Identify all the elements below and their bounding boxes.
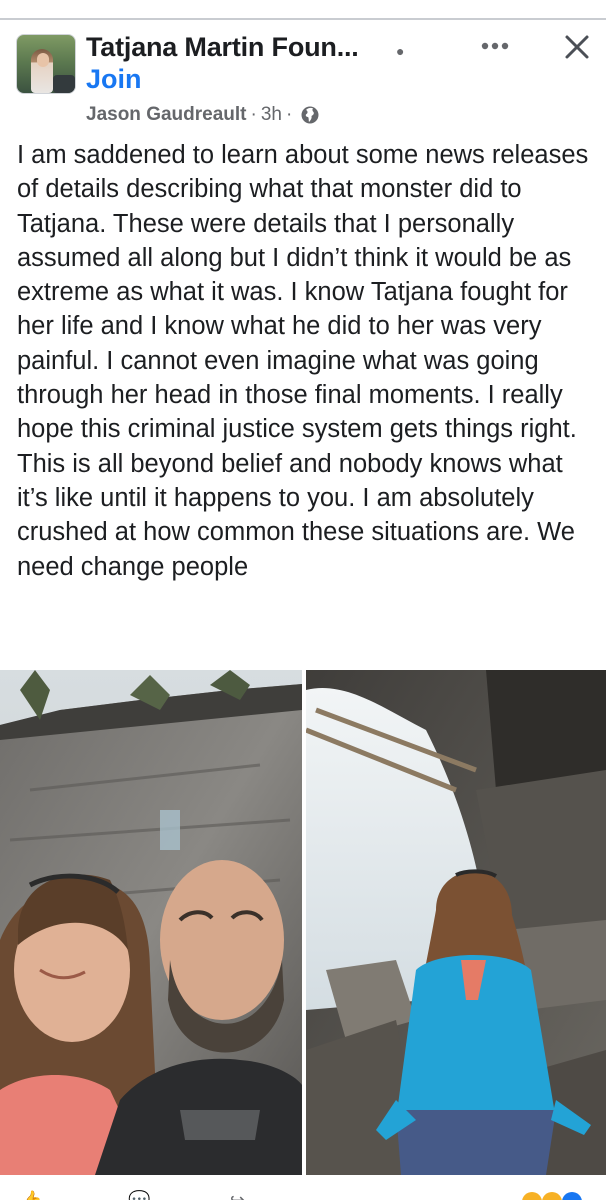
separator-dot-icon: ● [396, 43, 405, 59]
more-options-button[interactable] [474, 34, 516, 58]
selfie-photo-image [0, 670, 302, 1175]
close-icon [565, 35, 589, 59]
like-count-partial-icon[interactable]: 👍 [20, 1190, 42, 1200]
photo-selfie[interactable] [0, 670, 302, 1175]
close-button[interactable] [560, 30, 594, 64]
avatar-person-face [37, 53, 49, 67]
photo-grid [0, 670, 606, 1175]
post-header: Tatjana Martin Foun... ● Join Jason Gaud… [0, 20, 606, 132]
meta-separator: · [285, 104, 293, 125]
author-name[interactable]: Jason Gaudreault [86, 104, 247, 126]
waterfall-photo-image [306, 670, 606, 1175]
group-name-link[interactable]: Tatjana Martin Foun... [86, 32, 359, 63]
avatar-car-badge [53, 75, 75, 93]
reaction-sad-icon [522, 1192, 542, 1200]
comment-count-partial-icon[interactable]: 💬 [128, 1190, 150, 1200]
join-group-button[interactable]: Join [86, 64, 142, 95]
meta-separator: · [250, 104, 257, 125]
post-body-text: I am saddened to learn about some news r… [17, 141, 589, 581]
photo-waterfall[interactable] [306, 670, 606, 1175]
share-count-partial-icon[interactable]: ↪ [230, 1190, 245, 1200]
post-time[interactable]: 3h [261, 104, 282, 126]
post-meta: Jason Gaudreault · 3h · [86, 104, 320, 126]
top-divider-bar [0, 0, 606, 20]
reaction-bar-partial: 👍 💬 ↪ [0, 1176, 606, 1200]
reaction-care-icon [542, 1192, 562, 1200]
globe-icon [300, 105, 320, 125]
reaction-like-icon [562, 1192, 582, 1200]
group-avatar[interactable] [16, 34, 76, 94]
more-horizontal-icon [481, 42, 509, 50]
